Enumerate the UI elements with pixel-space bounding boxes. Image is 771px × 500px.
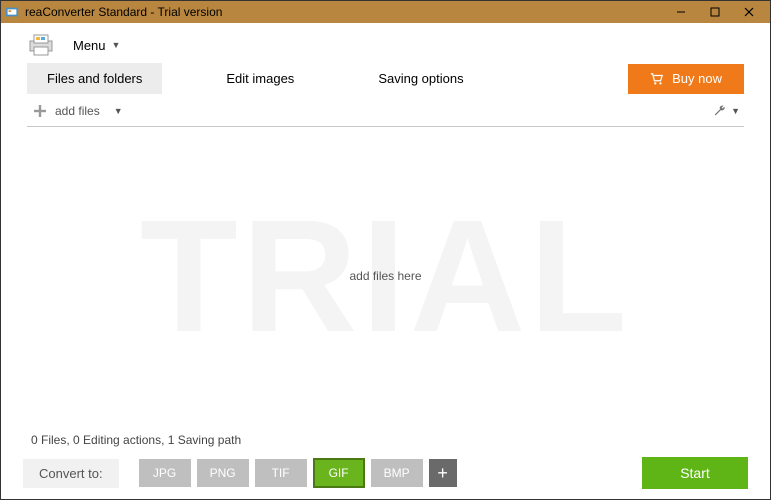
format-gif-button[interactable]: GIF [313,458,365,488]
add-files-button[interactable]: add files ▼ [27,100,129,122]
format-jpg-button[interactable]: JPG [139,459,191,487]
tab-saving-options[interactable]: Saving options [358,63,483,94]
convert-to-label: Convert to: [23,459,119,488]
menu-label: Menu [73,38,106,53]
printer-icon [27,33,55,57]
wrench-icon [713,104,727,118]
tab-files-and-folders[interactable]: Files and folders [27,63,162,94]
tab-edit-images[interactable]: Edit images [206,63,314,94]
window-title: reaConverter Standard - Trial version [25,5,664,19]
caret-down-icon: ▼ [114,106,123,116]
format-tif-button[interactable]: TIF [255,459,307,487]
format-group: JPG PNG TIF GIF BMP + [139,458,457,488]
start-button[interactable]: Start [642,457,748,489]
drop-area[interactable]: TRIAL add files here [1,127,770,425]
cart-icon [650,72,664,86]
app-icon [5,5,19,19]
plus-icon [33,104,47,118]
caret-down-icon: ▼ [731,106,740,116]
minimize-button[interactable] [664,1,698,23]
status-text: 0 Files, 0 Editing actions, 1 Saving pat… [1,425,770,451]
add-files-label: add files [55,104,100,118]
caret-down-icon: ▼ [112,40,121,50]
settings-dropdown[interactable]: ▼ [709,100,744,122]
add-format-button[interactable]: + [429,459,457,487]
buy-now-button[interactable]: Buy now [628,64,744,94]
drop-hint: add files here [349,269,421,283]
maximize-button[interactable] [698,1,732,23]
close-button[interactable] [732,1,766,23]
format-png-button[interactable]: PNG [197,459,249,487]
menu-dropdown[interactable]: Menu ▼ [65,34,128,57]
titlebar: reaConverter Standard - Trial version [1,1,770,23]
format-bmp-button[interactable]: BMP [371,459,423,487]
buy-now-label: Buy now [672,71,722,86]
